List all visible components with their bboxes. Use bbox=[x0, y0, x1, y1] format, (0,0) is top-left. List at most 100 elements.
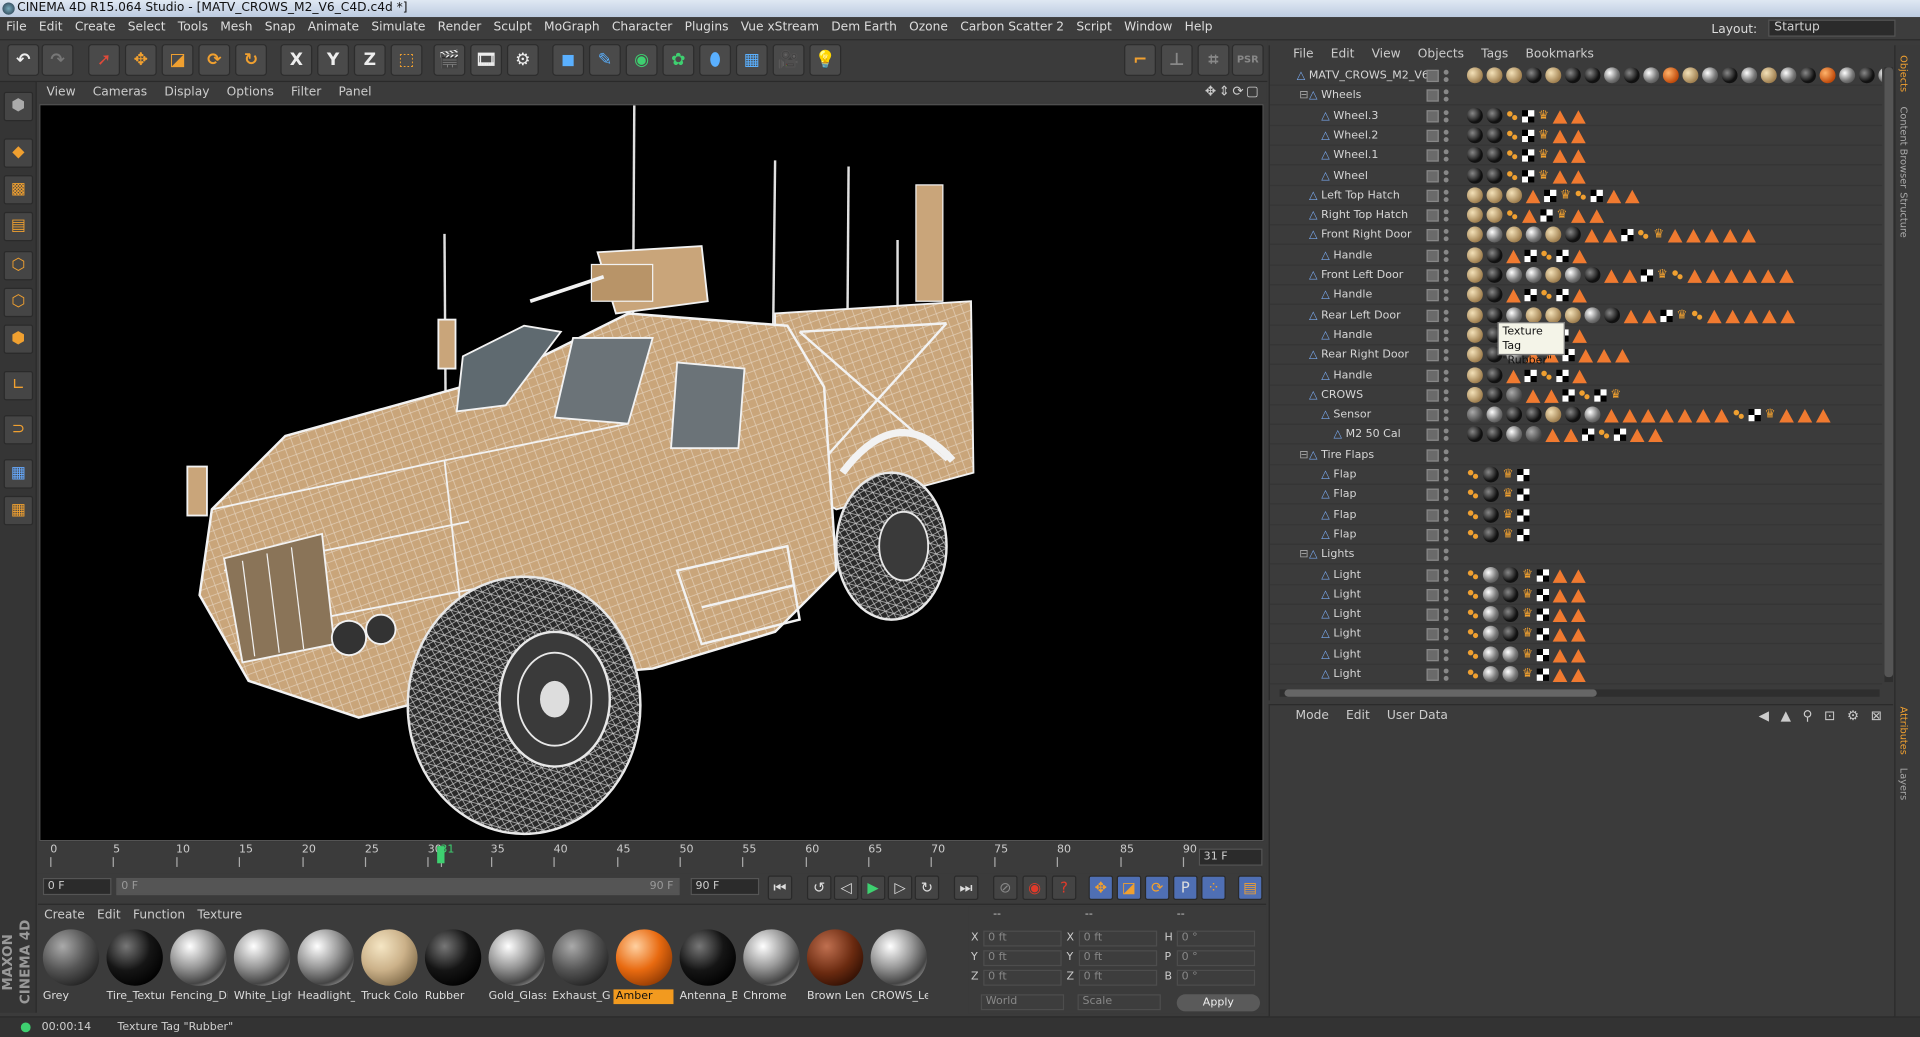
render-visibility-dots[interactable] bbox=[1444, 110, 1449, 122]
phong-tag-icon[interactable] bbox=[1762, 309, 1777, 323]
record-active-icon[interactable]: ◉ bbox=[1022, 875, 1047, 901]
render-visibility-dots[interactable] bbox=[1444, 249, 1449, 261]
phong-tag-icon[interactable] bbox=[1602, 229, 1618, 243]
deformer-icon[interactable]: ⬮ bbox=[699, 44, 732, 76]
menu-item-snap[interactable]: Snap bbox=[259, 17, 302, 39]
viewport-menu-options[interactable]: Options bbox=[218, 82, 282, 103]
display-tag-icon[interactable]: ♛ bbox=[1657, 267, 1668, 283]
layout-selector[interactable]: Layout: Startup bbox=[1705, 19, 1896, 42]
selection-tag-icon[interactable] bbox=[1466, 508, 1480, 522]
phong-tag-icon[interactable] bbox=[1714, 409, 1729, 423]
material-tag-icon[interactable] bbox=[1506, 227, 1523, 243]
uvw-tag-icon[interactable] bbox=[1536, 608, 1549, 621]
material-swatch[interactable]: Truck Colo bbox=[359, 928, 419, 1004]
phong-tag-icon[interactable] bbox=[1506, 289, 1521, 303]
selection-tag-icon[interactable] bbox=[1506, 209, 1519, 222]
world-dropdown[interactable]: World bbox=[980, 994, 1065, 1011]
end-frame-field[interactable]: 90 F bbox=[690, 877, 760, 896]
render-view-icon[interactable]: 🎬 bbox=[433, 44, 466, 76]
visibility-toggle[interactable] bbox=[1426, 668, 1439, 681]
visibility-toggle[interactable] bbox=[1426, 449, 1439, 462]
recent-tool-icon[interactable]: ↻ bbox=[235, 44, 267, 76]
uvw-tag-icon[interactable] bbox=[1536, 668, 1549, 681]
phong-tag-icon[interactable] bbox=[1552, 149, 1568, 164]
material-menu-texture[interactable]: Texture bbox=[191, 906, 248, 926]
visibility-toggle[interactable] bbox=[1426, 409, 1439, 422]
viewport-nav-icons[interactable]: ✥⇕⟳▢ bbox=[1205, 83, 1261, 99]
vertical-scrollbar[interactable] bbox=[1884, 67, 1894, 683]
phong-tag-icon[interactable] bbox=[1622, 409, 1638, 423]
scale-dropdown[interactable]: Scale bbox=[1077, 994, 1161, 1011]
phong-tag-icon[interactable] bbox=[1779, 409, 1794, 423]
render-visibility-dots[interactable] bbox=[1444, 170, 1449, 182]
visibility-toggle[interactable] bbox=[1426, 69, 1439, 83]
material-tag-icon[interactable] bbox=[1466, 326, 1483, 343]
material-tag-icon[interactable] bbox=[1482, 606, 1499, 623]
material-tag-icon[interactable] bbox=[1486, 406, 1503, 423]
material-tag-icon[interactable] bbox=[1466, 147, 1483, 164]
visibility-toggle[interactable] bbox=[1426, 229, 1439, 242]
phong-tag-icon[interactable] bbox=[1570, 608, 1586, 623]
uvw-tag-icon[interactable] bbox=[1524, 369, 1537, 382]
material-tag-icon[interactable] bbox=[1564, 406, 1581, 423]
material-tag-icon[interactable] bbox=[1702, 67, 1718, 84]
uvw-tag-icon[interactable] bbox=[1613, 429, 1627, 442]
visibility-toggle[interactable] bbox=[1426, 528, 1439, 542]
render-visibility-dots[interactable] bbox=[1444, 509, 1449, 521]
material-menu-edit[interactable]: Edit bbox=[91, 906, 127, 926]
phong-tag-icon[interactable] bbox=[1525, 189, 1541, 204]
material-tag-icon[interactable] bbox=[1486, 207, 1503, 223]
selection-tag-icon[interactable] bbox=[1637, 229, 1650, 242]
viewport-menu-cameras[interactable]: Cameras bbox=[84, 82, 156, 103]
uvw-tag-icon[interactable] bbox=[1517, 468, 1530, 482]
phong-tag-icon[interactable] bbox=[1572, 249, 1587, 263]
visibility-toggle[interactable] bbox=[1426, 129, 1439, 142]
spline-pen-icon[interactable]: ✎ bbox=[588, 44, 621, 76]
selection-tag-icon[interactable] bbox=[1574, 189, 1587, 202]
uvw-tag-icon[interactable] bbox=[1522, 109, 1535, 122]
material-tag-icon[interactable] bbox=[1506, 187, 1523, 204]
phong-tag-icon[interactable] bbox=[1722, 229, 1738, 243]
display-tag-icon[interactable]: ♛ bbox=[1538, 147, 1549, 163]
material-tag-icon[interactable] bbox=[1466, 107, 1483, 124]
phong-tag-icon[interactable] bbox=[1741, 229, 1756, 243]
coord-value-field[interactable]: 0 ft bbox=[1078, 950, 1158, 967]
material-tag-icon[interactable] bbox=[1506, 406, 1523, 423]
phong-tag-icon[interactable] bbox=[1622, 269, 1638, 283]
material-swatch[interactable]: White_Ligh bbox=[231, 928, 291, 1004]
material-tag-icon[interactable] bbox=[1482, 566, 1499, 583]
phong-tag-icon[interactable] bbox=[1623, 309, 1639, 323]
uvw-tag-icon[interactable] bbox=[1590, 189, 1603, 202]
material-tag-icon[interactable] bbox=[1800, 67, 1816, 84]
material-swatch[interactable]: Rubber bbox=[422, 928, 482, 1004]
phong-tag-icon[interactable] bbox=[1725, 309, 1740, 323]
material-tag-icon[interactable] bbox=[1486, 227, 1503, 243]
display-tag-icon[interactable]: ♛ bbox=[1502, 486, 1513, 502]
render-visibility-dots[interactable] bbox=[1444, 589, 1449, 601]
render-visibility-dots[interactable] bbox=[1444, 469, 1449, 481]
object-menu-edit[interactable]: Edit bbox=[1322, 45, 1363, 65]
render-visibility-dots[interactable] bbox=[1444, 150, 1449, 162]
phong-tag-icon[interactable] bbox=[1506, 249, 1521, 263]
selection-tag-icon[interactable] bbox=[1466, 568, 1480, 582]
phong-tag-icon[interactable] bbox=[1570, 588, 1586, 603]
material-tag-icon[interactable] bbox=[1466, 286, 1483, 303]
frame-range-slider[interactable]: 0 F 90 F bbox=[116, 877, 680, 896]
material-tag-icon[interactable] bbox=[1584, 266, 1601, 283]
material-tag-icon[interactable] bbox=[1486, 266, 1503, 283]
phong-tag-icon[interactable] bbox=[1724, 269, 1739, 283]
selection-tag-icon[interactable] bbox=[1506, 149, 1519, 162]
object-row[interactable]: M2 50 Cal bbox=[1269, 425, 1883, 445]
visibility-toggle[interactable] bbox=[1426, 568, 1439, 582]
phong-tag-icon[interactable] bbox=[1589, 209, 1605, 223]
menu-item-render[interactable]: Render bbox=[432, 17, 488, 39]
display-tag-icon[interactable]: ♛ bbox=[1765, 407, 1776, 423]
object-row[interactable]: CROWS ♛ bbox=[1269, 385, 1883, 406]
material-tag-icon[interactable] bbox=[1466, 207, 1483, 223]
material-tag-icon[interactable] bbox=[1564, 227, 1581, 243]
visibility-toggle[interactable] bbox=[1426, 249, 1439, 262]
material-tag-icon[interactable] bbox=[1466, 127, 1483, 144]
material-tag-icon[interactable] bbox=[1584, 406, 1601, 423]
previous-key-icon[interactable]: ↺ bbox=[806, 875, 832, 901]
object-menu-view[interactable]: View bbox=[1363, 45, 1409, 65]
